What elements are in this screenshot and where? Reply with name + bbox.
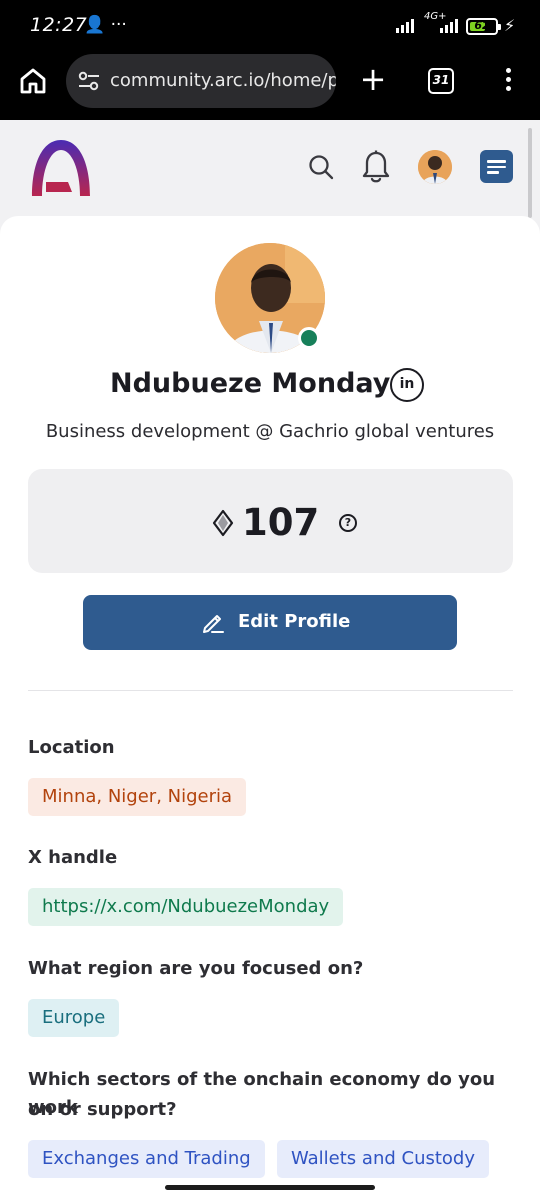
battery-icon: 62 [466, 18, 501, 35]
profile-headline: Business development @ Gachrio global ve… [45, 421, 495, 442]
avatar[interactable] [418, 150, 452, 184]
status-bar: 12:27 👤 ··· 4G+ 62 ⚡ [0, 0, 540, 52]
help-icon[interactable]: ? [339, 514, 357, 532]
edit-profile-label[interactable]: Edit Profile [238, 611, 350, 632]
arc-logo-icon[interactable] [28, 134, 94, 200]
signal-strength-icon-2 [440, 19, 458, 33]
site-header [0, 120, 540, 220]
browser-toolbar: community.arc.io/home/pr + 31 [0, 52, 540, 120]
page-scrollbar[interactable] [528, 128, 532, 218]
profile-card: Ndubueze Monday in Business development … [0, 216, 540, 1199]
status-time: 12:27 [30, 14, 88, 36]
region-chip: Europe [28, 999, 120, 1037]
sector-chip: Exchanges and Trading [28, 1140, 265, 1178]
browser-menu-icon[interactable] [498, 68, 518, 96]
hamburger-menu-icon[interactable] [480, 150, 513, 183]
diamond-icon [212, 509, 234, 537]
sectors-label-line2: on or support? [28, 1099, 177, 1120]
edit-profile-button[interactable]: Edit Profile [83, 595, 457, 650]
x-handle-chip[interactable]: https://x.com/NdubuezeMonday [28, 888, 344, 926]
charging-icon: ⚡ [504, 16, 516, 35]
search-icon[interactable] [308, 154, 334, 180]
points-panel: 107 ? [28, 469, 513, 573]
online-status-indicator [298, 327, 320, 349]
section-divider [28, 690, 513, 691]
battery-level: 62 [474, 19, 490, 32]
location-label: Location [28, 737, 115, 758]
profile-name-row: Ndubueze Monday [0, 366, 540, 406]
gesture-home-bar[interactable] [165, 1185, 375, 1190]
address-bar[interactable]: community.arc.io/home/pr [66, 54, 336, 108]
location-chip: Minna, Niger, Nigeria [28, 778, 247, 816]
pencil-icon [203, 615, 224, 633]
new-tab-icon[interactable]: + [358, 63, 388, 95]
url-text[interactable]: community.arc.io/home/pr [110, 70, 336, 91]
site-settings-icon[interactable] [78, 71, 100, 91]
status-notification-icons: 👤 ··· [84, 15, 127, 35]
tab-switcher-button[interactable]: 31 [428, 68, 454, 94]
sector-chip: Wallets and Custody [277, 1140, 489, 1178]
home-icon[interactable] [18, 66, 48, 96]
x-handle-label: X handle [28, 847, 118, 868]
bell-icon[interactable] [362, 150, 390, 184]
profile-name: Ndubueze Monday [110, 368, 391, 399]
linkedin-icon[interactable]: in [390, 368, 424, 402]
signal-strength-icon [396, 19, 414, 33]
region-label: What region are you focused on? [28, 958, 364, 979]
points-value: 107 [242, 501, 320, 544]
